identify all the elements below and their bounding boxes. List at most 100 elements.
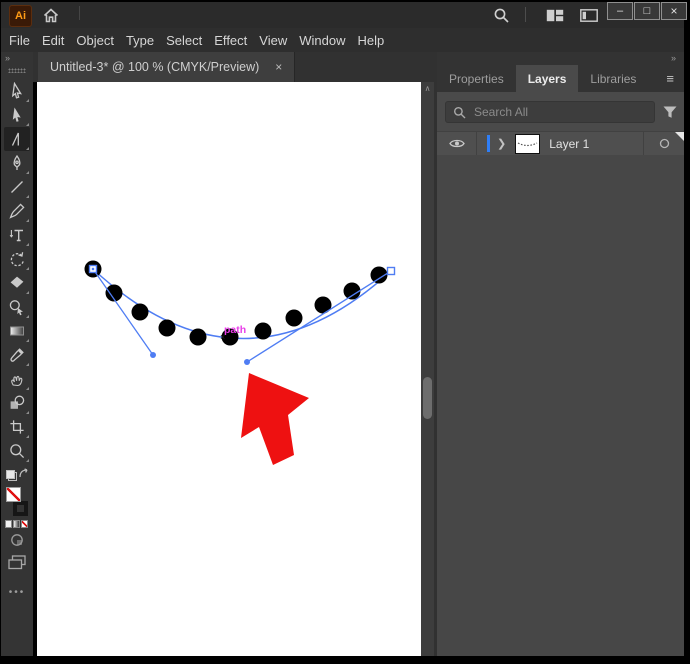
menu-item-effect[interactable]: Effect — [213, 33, 248, 48]
anchor-point[interactable] — [386, 266, 396, 276]
toolbar-expand-icon[interactable]: » — [1, 52, 33, 64]
paintbrush-tool[interactable] — [4, 199, 30, 223]
none-button[interactable] — [21, 520, 28, 528]
layer-row[interactable]: ❯ Layer 1 — [437, 131, 684, 156]
pen-tool[interactable] — [4, 151, 30, 175]
anchor-point-tool[interactable] — [4, 127, 30, 151]
document-tab-close-icon[interactable]: × — [275, 60, 282, 74]
layer-expand-chevron-icon[interactable]: ❯ — [497, 137, 506, 150]
shape-builder-tool-icon — [9, 300, 23, 316]
menu-item-help[interactable]: Help — [356, 33, 385, 48]
type-tool-icon — [9, 229, 23, 242]
pen-tool-icon — [13, 154, 21, 170]
path-dot[interactable] — [285, 309, 303, 327]
document-tab-strip: Untitled-3* @ 100 % (CMYK/Preview) × — [33, 52, 437, 82]
menu-item-window[interactable]: Window — [298, 33, 346, 48]
shape-builder-tool[interactable] — [4, 295, 30, 319]
menu-item-object[interactable]: Object — [75, 33, 115, 48]
eraser-tool[interactable] — [4, 271, 30, 295]
document-tab[interactable]: Untitled-3* @ 100 % (CMYK/Preview) × — [38, 52, 296, 82]
stroke-swatch[interactable] — [13, 501, 28, 516]
eye-icon — [448, 139, 465, 148]
menu-item-file[interactable]: File — [8, 33, 31, 48]
panel-collapse-icon[interactable]: » — [437, 52, 684, 65]
default-fill-stroke-icon[interactable] — [5, 469, 17, 481]
layers-panel-body: ❯ Layer 1 — [437, 92, 684, 656]
layer-name-label[interactable]: Layer 1 — [549, 137, 643, 151]
panel-menu-icon[interactable]: ≡ — [656, 65, 684, 92]
menu-item-select[interactable]: Select — [165, 33, 203, 48]
panel-tab-properties[interactable]: Properties — [437, 65, 516, 92]
hand-tool-icon — [11, 375, 23, 387]
screen-mode-button[interactable] — [4, 551, 30, 573]
bezier-handle-line — [246, 270, 392, 363]
close-button[interactable]: × — [661, 2, 687, 20]
menu-item-view[interactable]: View — [258, 33, 288, 48]
scroll-up-arrow-icon[interactable]: ∧ — [421, 84, 434, 93]
artboard-tool-icon — [10, 420, 24, 434]
fill-swatch-none[interactable] — [6, 487, 21, 502]
panel-tab-libraries[interactable]: Libraries — [578, 65, 648, 92]
illustrator-window: Ai – □ × File Edit Object Type Select Ef… — [0, 0, 690, 664]
drawing-modes-button[interactable] — [4, 529, 30, 551]
path-dot[interactable] — [158, 319, 176, 337]
path-dot[interactable] — [343, 282, 361, 300]
layer-visibility-toggle[interactable] — [437, 132, 477, 155]
blend-tool[interactable] — [4, 391, 30, 415]
tools-panel: » ••• — [1, 52, 33, 656]
gradient-button[interactable] — [13, 520, 20, 528]
layer-thumbnail[interactable] — [515, 133, 541, 154]
type-tool[interactable] — [4, 223, 30, 247]
draw-normal-icon — [11, 534, 23, 546]
eyedropper-tool-icon — [10, 348, 24, 362]
maximize-button[interactable]: □ — [634, 2, 660, 20]
selection-tool[interactable] — [4, 79, 30, 103]
scrollbar-thumb[interactable] — [423, 377, 432, 419]
bezier-handle-endpoint[interactable] — [150, 352, 156, 358]
workspace-switcher-button[interactable] — [579, 8, 599, 22]
titlebar-divider-2 — [525, 7, 526, 22]
path-dot[interactable] — [131, 303, 149, 321]
layer-selected-corner-indicator — [675, 132, 684, 141]
direct-selection-tool-icon — [12, 107, 21, 122]
color-button[interactable] — [5, 520, 12, 528]
fill-stroke-controls — [4, 487, 30, 517]
line-segment-tool-icon — [11, 181, 23, 193]
arrange-documents-button[interactable] — [545, 8, 565, 22]
direct-selection-tool[interactable] — [4, 103, 30, 127]
toolbar-grip-handle[interactable] — [8, 68, 26, 73]
home-button[interactable] — [41, 6, 61, 24]
hand-tool[interactable] — [4, 367, 30, 391]
zoom-tool-icon — [10, 444, 25, 459]
title-bar: Ai – □ × — [1, 2, 687, 28]
layers-search-input[interactable] — [472, 104, 647, 120]
rotate-tool[interactable] — [4, 247, 30, 271]
app-search-button[interactable] — [491, 6, 511, 24]
target-circle-icon — [659, 138, 669, 149]
layers-search-box[interactable] — [445, 101, 655, 123]
panel-tab-layers[interactable]: Layers — [515, 65, 579, 92]
vertical-scrollbar[interactable]: ∧ — [421, 82, 434, 656]
swap-fill-stroke-icon[interactable] — [18, 468, 30, 480]
artwork-layer[interactable]: ×path — [37, 82, 421, 656]
minimize-button[interactable]: – — [607, 2, 633, 20]
default-swap-colors — [4, 467, 30, 485]
line-segment-tool[interactable] — [4, 175, 30, 199]
bezier-handle-endpoint[interactable] — [244, 359, 250, 365]
eyedropper-tool[interactable] — [4, 343, 30, 367]
menu-item-type[interactable]: Type — [125, 33, 155, 48]
gradient-tool[interactable] — [4, 319, 30, 343]
edit-toolbar-button[interactable]: ••• — [9, 587, 26, 598]
filter-funnel-icon[interactable] — [662, 104, 678, 120]
gradient-tool-icon — [10, 326, 24, 336]
workspace-icon — [580, 8, 598, 22]
zoom-tool[interactable] — [4, 439, 30, 463]
annotation-arrow — [241, 373, 309, 465]
artboard-tool[interactable] — [4, 415, 30, 439]
artboard-canvas[interactable]: × path — [37, 82, 421, 656]
path-dot[interactable] — [254, 322, 272, 340]
panel-tab-bar: Properties Layers Libraries ≡ — [437, 65, 684, 92]
menu-item-edit[interactable]: Edit — [41, 33, 65, 48]
path-dot[interactable] — [189, 328, 207, 346]
path-tooltip-label: path — [224, 324, 246, 336]
